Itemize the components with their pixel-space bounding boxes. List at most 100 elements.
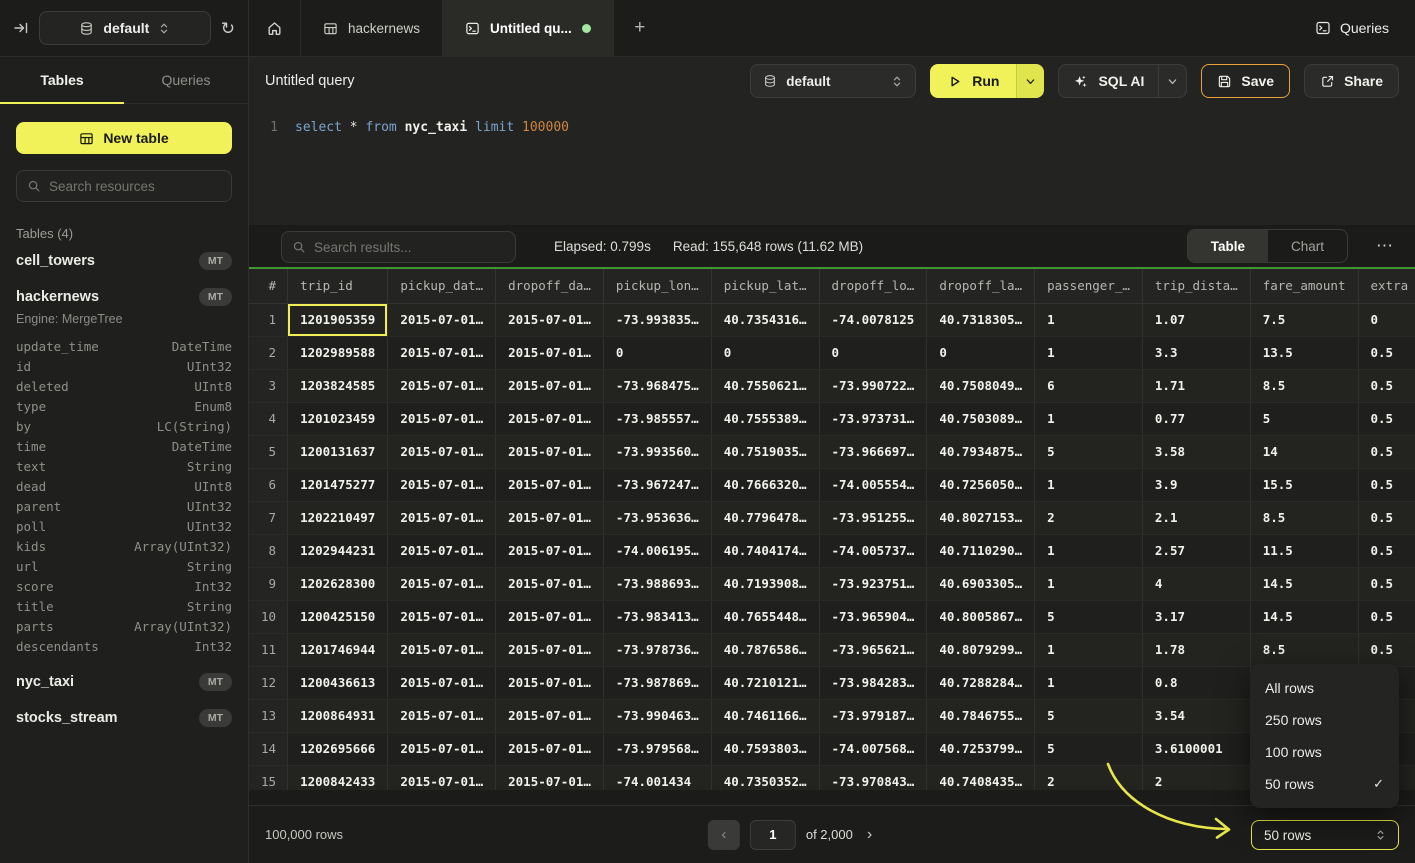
table-cell[interactable]: 3.54 (1142, 699, 1250, 732)
table-cell[interactable]: 1202210497 (288, 501, 388, 534)
table-cell[interactable]: -73.953636… (603, 501, 711, 534)
menu-item-250-rows[interactable]: 250 rows (1250, 704, 1399, 736)
table-cell[interactable]: -74.005737… (819, 534, 927, 567)
table-cell[interactable]: 40.7655448… (711, 600, 819, 633)
table-cell[interactable]: 2.1 (1142, 501, 1250, 534)
table-cell[interactable]: 40.7876586… (711, 633, 819, 666)
table-cell[interactable]: 14.5 (1250, 567, 1358, 600)
column-header-trip_dista[interactable]: trip_dista… (1142, 269, 1250, 303)
sidebar-table-hackernews[interactable]: hackernewsMT (16, 279, 232, 315)
menu-item-all-rows[interactable]: All rows (1250, 672, 1399, 704)
table-cell[interactable]: 40.7354316… (711, 303, 819, 336)
table-cell[interactable]: 1203824585 (288, 369, 388, 402)
table-cell[interactable]: 1200425150 (288, 600, 388, 633)
table-cell[interactable]: 1 (1035, 633, 1143, 666)
table-cell[interactable]: 4 (1142, 567, 1250, 600)
table-cell[interactable]: 40.7593803… (711, 732, 819, 765)
view-toggle-chart[interactable]: Chart (1268, 230, 1347, 262)
table-cell[interactable]: -73.923751… (819, 567, 927, 600)
table-cell[interactable]: 1202695666 (288, 732, 388, 765)
table-cell[interactable]: 2015-07-01… (496, 699, 604, 732)
table-cell[interactable]: 40.7408435… (927, 765, 1035, 790)
table-cell[interactable]: -73.978736… (603, 633, 711, 666)
table-cell[interactable]: -73.965621… (819, 633, 927, 666)
share-button[interactable]: Share (1304, 64, 1399, 98)
table-cell[interactable]: 2015-07-01… (388, 666, 496, 699)
table-cell[interactable]: 1.71 (1142, 369, 1250, 402)
collapse-sidebar-button[interactable] (13, 20, 29, 36)
table-cell[interactable]: 2015-07-01… (388, 732, 496, 765)
table-cell[interactable]: 0 (603, 336, 711, 369)
table-cell[interactable]: 3.6100001 (1142, 732, 1250, 765)
table-cell[interactable]: -73.979568… (603, 732, 711, 765)
table-cell[interactable]: 0 (711, 336, 819, 369)
table-cell[interactable]: 5 (1035, 435, 1143, 468)
table-cell[interactable]: 0.5 (1358, 369, 1415, 402)
table-cell[interactable]: -73.984283… (819, 666, 927, 699)
table-cell[interactable]: -73.967247… (603, 468, 711, 501)
table-cell[interactable]: 40.7288284… (927, 666, 1035, 699)
sidebar-table-cell_towers[interactable]: cell_towersMT (16, 243, 232, 279)
new-tab-button[interactable]: + (614, 0, 666, 56)
sql-ai-button[interactable]: SQL AI (1059, 65, 1158, 97)
table-cell[interactable]: 2015-07-01… (496, 402, 604, 435)
table-cell[interactable]: 1201023459 (288, 402, 388, 435)
table-cell[interactable]: 40.7210121… (711, 666, 819, 699)
table-cell[interactable]: 1200864931 (288, 699, 388, 732)
table-cell[interactable]: 8.5 (1250, 501, 1358, 534)
table-cell[interactable]: 0.5 (1358, 534, 1415, 567)
column-header-pickup_dat[interactable]: pickup_dat… (388, 269, 496, 303)
table-cell[interactable]: 1 (1035, 468, 1143, 501)
table-cell[interactable]: 40.7350352… (711, 765, 819, 790)
table-cell[interactable]: -73.993835… (603, 303, 711, 336)
table-cell[interactable]: 2015-07-01… (388, 402, 496, 435)
table-cell[interactable]: 2015-07-01… (388, 369, 496, 402)
table-cell[interactable]: -73.951255… (819, 501, 927, 534)
table-cell[interactable]: 2.57 (1142, 534, 1250, 567)
save-button[interactable]: Save (1201, 64, 1290, 98)
table-cell[interactable]: 2 (1142, 765, 1250, 790)
table-cell[interactable]: 0.77 (1142, 402, 1250, 435)
table-cell[interactable]: 0.5 (1358, 633, 1415, 666)
table-cell[interactable]: 0.5 (1358, 567, 1415, 600)
table-cell[interactable]: 2015-07-01… (388, 435, 496, 468)
results-search-input[interactable] (314, 240, 505, 255)
table-cell[interactable]: 0.5 (1358, 600, 1415, 633)
column-header-rownum[interactable]: # (249, 269, 288, 303)
table-cell[interactable]: 40.7503089… (927, 402, 1035, 435)
table-cell[interactable]: 1202628300 (288, 567, 388, 600)
sidebar-tab-queries[interactable]: Queries (124, 57, 248, 103)
table-cell[interactable]: 0.5 (1358, 336, 1415, 369)
table-cell[interactable]: 40.7846755… (927, 699, 1035, 732)
tab-untitled-query[interactable]: Untitled qu... (443, 0, 614, 56)
column-header-trip_id[interactable]: trip_id (288, 269, 388, 303)
table-cell[interactable]: -74.005554… (819, 468, 927, 501)
table-cell[interactable]: 40.7519035… (711, 435, 819, 468)
table-cell[interactable]: -73.985557… (603, 402, 711, 435)
table-cell[interactable]: 40.7796478… (711, 501, 819, 534)
table-cell[interactable]: 40.8027153… (927, 501, 1035, 534)
table-cell[interactable]: 2015-07-01… (388, 468, 496, 501)
table-cell[interactable]: 6 (1035, 369, 1143, 402)
results-search[interactable] (281, 231, 516, 263)
sidebar-search-input[interactable] (49, 179, 226, 194)
table-cell[interactable]: 2015-07-01… (388, 765, 496, 790)
column-header-extra[interactable]: extra (1358, 269, 1415, 303)
table-cell[interactable]: 1200842433 (288, 765, 388, 790)
table-cell[interactable]: 13.5 (1250, 336, 1358, 369)
table-cell[interactable]: 1200436613 (288, 666, 388, 699)
table-cell[interactable]: 1 (1035, 666, 1143, 699)
table-cell[interactable]: -74.0078125 (819, 303, 927, 336)
table-cell[interactable]: 2015-07-01… (388, 303, 496, 336)
table-cell[interactable]: 40.7256050… (927, 468, 1035, 501)
table-cell[interactable]: 5 (1035, 732, 1143, 765)
table-cell[interactable]: 1201905359 (288, 303, 388, 336)
table-cell[interactable]: -73.979187… (819, 699, 927, 732)
sidebar-table-stocks_stream[interactable]: stocks_streamMT (16, 700, 232, 736)
sql-ai-options-button[interactable] (1158, 65, 1186, 97)
table-cell[interactable]: 1 (1035, 303, 1143, 336)
table-cell[interactable]: 5 (1035, 600, 1143, 633)
table-cell[interactable]: 0 (927, 336, 1035, 369)
table-cell[interactable]: 1.07 (1142, 303, 1250, 336)
table-cell[interactable]: 2015-07-01… (388, 567, 496, 600)
